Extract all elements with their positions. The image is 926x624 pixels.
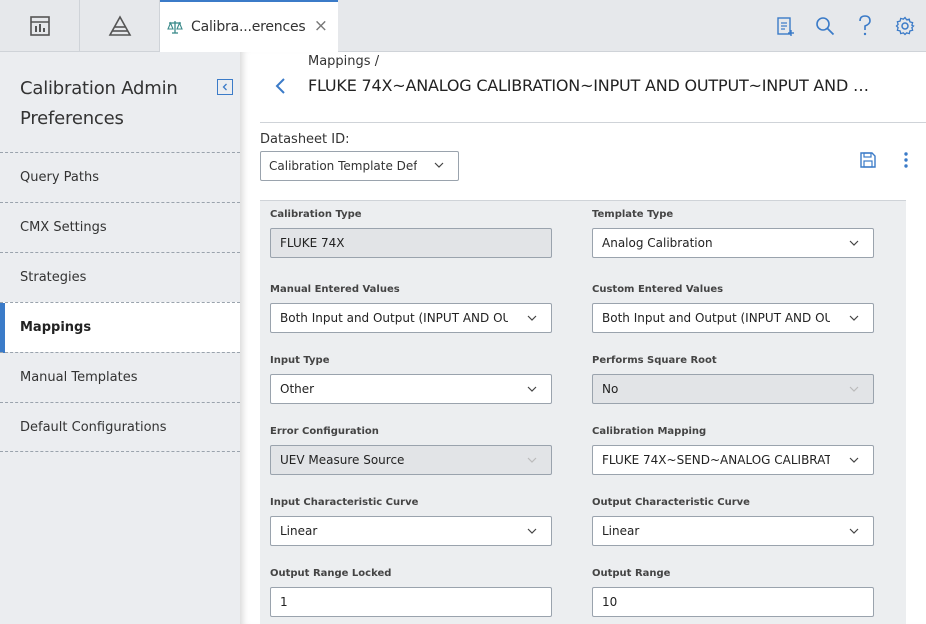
- sidebar-item-label: Manual Templates: [20, 370, 138, 385]
- sidebar-title: Calibration Admin Preferences: [20, 78, 178, 129]
- save-icon[interactable]: [859, 151, 877, 169]
- breadcrumb[interactable]: Mappings /: [308, 54, 379, 69]
- help-button[interactable]: [853, 14, 877, 38]
- calibration-type-field: FLUKE 74X: [270, 228, 552, 258]
- settings-button[interactable]: [893, 14, 917, 38]
- output-range-locked-input[interactable]: 1: [270, 587, 552, 617]
- calibration-type-value: FLUKE 74X: [280, 236, 345, 250]
- sidebar-item-default-configurations[interactable]: Default Configurations: [0, 402, 240, 452]
- search-button[interactable]: [813, 14, 837, 38]
- sidebar-item-strategies[interactable]: Strategies: [0, 252, 240, 302]
- template-type-label: Template Type: [592, 209, 674, 220]
- calibration-type-label: Calibration Type: [270, 209, 362, 220]
- sidebar-item-label: CMX Settings: [20, 220, 107, 235]
- input-characteristic-curve-select[interactable]: Linear: [270, 516, 552, 546]
- error-configuration-value: UEV Measure Source: [280, 453, 405, 467]
- gear-icon: [895, 16, 915, 36]
- sidebar-item-label: Strategies: [20, 270, 87, 285]
- scales-icon: [167, 21, 183, 34]
- output-range-label: Output Range: [592, 568, 671, 579]
- sidebar-item-label: Default Configurations: [20, 419, 167, 435]
- datasheet-select[interactable]: Calibration Template Default: [260, 151, 459, 181]
- chevron-left-icon: [222, 83, 227, 91]
- datasheet-value: Calibration Template Default: [269, 159, 417, 173]
- custom-entered-values-label: Custom Entered Values: [592, 284, 724, 295]
- custom-entered-values-select[interactable]: Both Input and Output (INPUT AND OUTPUT): [592, 303, 874, 333]
- sidebar-item-mappings[interactable]: Mappings: [0, 302, 240, 353]
- custom-entered-values-value: Both Input and Output (INPUT AND OUTPUT): [602, 311, 830, 325]
- chevron-down-icon: [527, 315, 537, 321]
- close-tab-icon[interactable]: ×: [314, 18, 328, 35]
- output-characteristic-curve-value: Linear: [602, 524, 640, 538]
- sidebar-item-label: Mappings: [20, 320, 92, 335]
- collapse-sidebar-button[interactable]: [217, 79, 233, 95]
- tab-label: Calibra...erences: [191, 19, 306, 35]
- sidebar-item-label: Query Paths: [20, 170, 99, 185]
- performs-square-root-select: No: [592, 374, 874, 404]
- asset-hierarchy-button[interactable]: [80, 0, 160, 51]
- input-type-value: Other: [280, 382, 315, 396]
- calibration-mapping-select[interactable]: FLUKE 74X~SEND~ANALOG CALIBRATION: [592, 445, 874, 475]
- help-icon: [859, 15, 871, 36]
- search-icon: [816, 17, 835, 36]
- datasheet-label: Datasheet ID:: [260, 132, 350, 147]
- output-range-value: 10: [602, 595, 618, 609]
- back-arrow-icon[interactable]: [273, 76, 289, 96]
- sidebar: Calibration Admin Preferences Query Path…: [0, 52, 240, 624]
- sidebar-item-manual-templates[interactable]: Manual Templates: [0, 352, 240, 402]
- header-divider: [260, 122, 926, 123]
- more-options-icon[interactable]: [900, 151, 912, 169]
- input-type-label: Input Type: [270, 355, 330, 366]
- chevron-down-icon: [527, 457, 537, 463]
- input-characteristic-curve-label: Input Characteristic Curve: [270, 497, 419, 508]
- output-characteristic-curve-select[interactable]: Linear: [592, 516, 874, 546]
- manual-entered-values-value: Both Input and Output (INPUT AND OUTPUT): [280, 311, 508, 325]
- template-type-select[interactable]: Analog Calibration: [592, 228, 874, 258]
- error-configuration-label: Error Configuration: [270, 426, 379, 437]
- chevron-down-icon: [849, 528, 859, 534]
- template-type-value: Analog Calibration: [602, 236, 713, 250]
- input-type-select[interactable]: Other: [270, 374, 552, 404]
- page-title: FLUKE 74X~ANALOG CALIBRATION~INPUT AND O…: [308, 76, 878, 95]
- chevron-down-icon: [849, 386, 859, 392]
- top-bar: Calibra...erences ×: [0, 0, 926, 52]
- main-panel: Mappings / FLUKE 74X~ANALOG CALIBRATION~…: [240, 52, 926, 624]
- chevron-down-icon: [849, 315, 859, 321]
- clipboard-add-icon: [777, 17, 794, 36]
- calibration-mapping-label: Calibration Mapping: [592, 426, 707, 437]
- tab-calibration-admin-preferences[interactable]: Calibra...erences ×: [160, 0, 338, 52]
- performs-square-root-value: No: [602, 382, 619, 396]
- manual-entered-values-select[interactable]: Both Input and Output (INPUT AND OUTPUT): [270, 303, 552, 333]
- dashboard-icon: [29, 15, 50, 36]
- chevron-down-icon: [434, 162, 444, 168]
- hierarchy-icon: [108, 14, 131, 36]
- output-range-locked-value: 1: [280, 595, 288, 609]
- input-characteristic-curve-value: Linear: [280, 524, 318, 538]
- output-range-locked-label: Output Range Locked: [270, 568, 392, 579]
- sidebar-item-query-paths[interactable]: Query Paths: [0, 152, 240, 202]
- error-configuration-select: UEV Measure Source: [270, 445, 552, 475]
- chevron-down-icon: [527, 386, 537, 392]
- chevron-down-icon: [849, 457, 859, 463]
- mapping-form: Calibration Type FLUKE 74X Template Type…: [260, 200, 906, 624]
- chevron-down-icon: [527, 528, 537, 534]
- output-range-input[interactable]: 10: [592, 587, 874, 617]
- manual-entered-values-label: Manual Entered Values: [270, 284, 400, 295]
- dashboard-button[interactable]: [0, 0, 80, 51]
- chevron-down-icon: [849, 240, 859, 246]
- calibration-mapping-value: FLUKE 74X~SEND~ANALOG CALIBRATION: [602, 453, 830, 467]
- performs-square-root-label: Performs Square Root: [592, 355, 717, 366]
- new-record-button[interactable]: [773, 14, 797, 38]
- sidebar-item-cmx-settings[interactable]: CMX Settings: [0, 202, 240, 252]
- output-characteristic-curve-label: Output Characteristic Curve: [592, 497, 750, 508]
